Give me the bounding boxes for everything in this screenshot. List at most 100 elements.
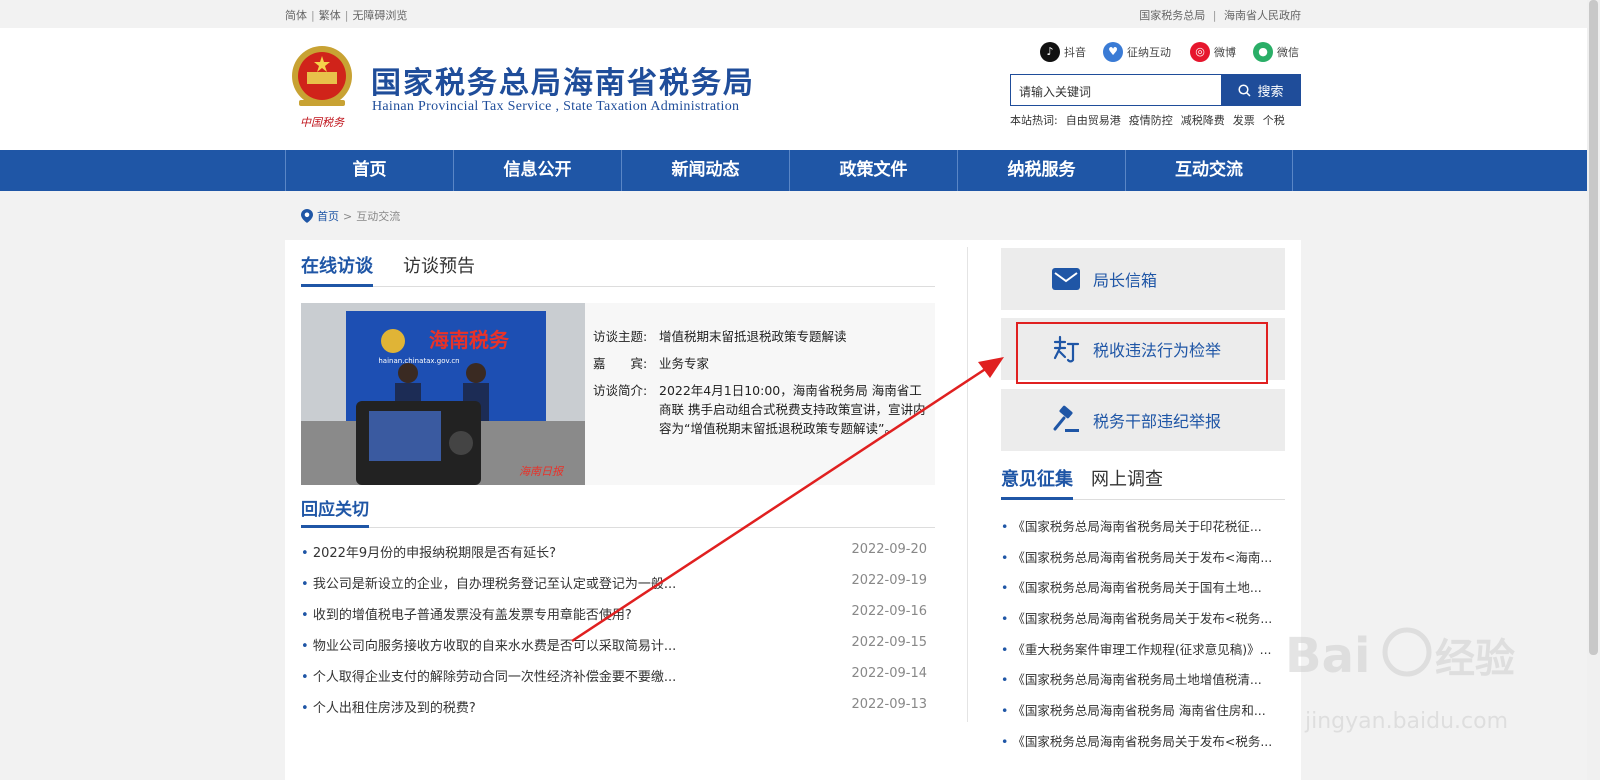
interview-guest: 业务专家: [659, 356, 710, 371]
list-item[interactable]: 我公司是新设立的企业，自办理税务登记至认定或登记为一般... 2022-09-19: [301, 573, 927, 604]
external-links: 国家税务总局 | 海南省人民政府: [1139, 9, 1301, 22]
site-title[interactable]: 国家税务总局海南省税务局: [371, 58, 755, 102]
douyin-label: 抖音: [1064, 46, 1086, 59]
svg-text:Bai: Bai: [1285, 628, 1370, 684]
hot-word[interactable]: 个税: [1263, 112, 1285, 128]
tab-interview-preview[interactable]: 访谈预告: [403, 250, 475, 287]
location-pin-icon: [301, 209, 313, 223]
language-links: 简体 | 繁体 | 无障碍浏览: [285, 9, 408, 22]
sat-link[interactable]: 国家税务总局: [1139, 9, 1205, 22]
interview-photo[interactable]: 海南税务 hainan.chinatax.gov.cn 海南日报: [301, 303, 585, 485]
topic-label: 访谈主题:: [593, 329, 648, 344]
douyin-link[interactable]: ♪ 抖音: [1040, 42, 1086, 62]
item-date: 2022-09-16: [851, 604, 927, 619]
nav-interaction[interactable]: 互动交流: [1125, 150, 1293, 191]
search-input[interactable]: 请输入关键词: [1010, 74, 1222, 106]
list-item[interactable]: 《国家税务总局海南省税务局关于印花税征...: [1001, 516, 1285, 547]
nav-info-disclosure[interactable]: 信息公开: [453, 150, 621, 191]
top-bar: 简体 | 繁体 | 无障碍浏览 国家税务总局 | 海南省人民政府: [0, 0, 1600, 28]
svg-text:经验: 经验: [1435, 636, 1515, 682]
item-title: 个人取得企业支付的解除劳动合同一次性经济补偿金要不要缴...: [301, 666, 676, 697]
responses-heading: 回应关切: [301, 495, 935, 528]
list-item[interactable]: 《国家税务总局海南省税务局关于国有土地...: [1001, 577, 1285, 608]
list-item[interactable]: 收到的增值税电子普通发票没有盖发票专用章能否使用? 2022-09-16: [301, 604, 927, 635]
search-icon: [1238, 83, 1252, 97]
column-divider: [967, 247, 968, 722]
tab-online-interview[interactable]: 在线访谈: [301, 250, 373, 287]
hot-word[interactable]: 减税降费: [1181, 112, 1225, 128]
interview-tabs: 在线访谈 访谈预告: [301, 250, 935, 287]
item-date: 2022-09-20: [851, 542, 927, 557]
opinion-tabs: 意见征集 网上调查: [1001, 465, 1285, 500]
hot-word[interactable]: 自由贸易港: [1066, 112, 1121, 128]
traditional-link[interactable]: 繁体: [319, 9, 341, 22]
list-item[interactable]: 个人出租住房涉及到的税费? 2022-09-13: [301, 697, 927, 728]
annotation-highlight-box: [1016, 322, 1268, 384]
breadcrumb-separator: >: [343, 209, 353, 223]
douyin-icon: ♪: [1040, 42, 1060, 62]
item-date: 2022-09-15: [851, 635, 927, 650]
weibo-icon: ◎: [1190, 42, 1210, 62]
breadcrumb-current: 互动交流: [356, 210, 401, 223]
item-date: 2022-09-13: [851, 697, 927, 712]
list-item[interactable]: 《国家税务总局海南省税务局 海南省住房和...: [1001, 700, 1285, 731]
mail-icon: [1051, 264, 1081, 294]
nav-policy[interactable]: 政策文件: [789, 150, 957, 191]
list-item[interactable]: 《国家税务总局海南省税务局关于发布<税务...: [1001, 731, 1285, 762]
wechat-label: 微信: [1277, 46, 1299, 59]
search-button[interactable]: 搜索: [1221, 74, 1301, 106]
list-item[interactable]: 《国家税务总局海南省税务局关于发布<海南...: [1001, 547, 1285, 578]
interview-topic[interactable]: 增值税期末留抵退税政策专题解读: [659, 327, 847, 346]
hot-word[interactable]: 疫情防控: [1129, 112, 1173, 128]
breadcrumb: 首页 > 互动交流: [301, 208, 400, 224]
list-item[interactable]: 2022年9月份的申报纳税期限是否有延长? 2022-09-20: [301, 542, 927, 573]
main-nav: 首页 信息公开 新闻动态 政策文件 纳税服务 互动交流: [0, 150, 1587, 191]
breadcrumb-home[interactable]: 首页: [317, 208, 339, 224]
wechat-icon: ●: [1253, 42, 1273, 62]
gov-link[interactable]: 海南省人民政府: [1224, 9, 1301, 22]
wechat-link[interactable]: ● 微信: [1253, 42, 1299, 62]
director-mailbox-button[interactable]: 局长信箱: [1001, 248, 1285, 310]
cadre-violation-report-button[interactable]: 税务干部违纪举报: [1001, 389, 1285, 451]
simplified-link[interactable]: 简体: [285, 9, 307, 22]
nav-tax-service[interactable]: 纳税服务: [957, 150, 1125, 191]
nav-news[interactable]: 新闻动态: [621, 150, 789, 191]
interview-card: 海南税务 hainan.chinatax.gov.cn 海南日报 访谈主题: 增值…: [301, 303, 935, 485]
svg-text:海南日报: 海南日报: [519, 465, 565, 478]
item-title: 个人出租住房涉及到的税费?: [301, 697, 476, 728]
list-item[interactable]: 物业公司向服务接收方收取的自来水水费是否可以采取简易计... 2022-09-15: [301, 635, 927, 666]
emblem-caption: 中国税务: [300, 116, 345, 129]
tab-opinion-collection[interactable]: 意见征集: [1001, 465, 1073, 500]
hot-word[interactable]: 发票: [1233, 112, 1255, 128]
list-item[interactable]: 《国家税务总局海南省税务局关于发布<税务...: [1001, 608, 1285, 639]
item-title: 2022年9月份的申报纳税期限是否有延长?: [301, 542, 556, 573]
list-item[interactable]: 《国家税务总局海南省税务局土地增值税清...: [1001, 669, 1285, 700]
director-mailbox-label: 局长信箱: [1093, 271, 1158, 290]
item-title: 我公司是新设立的企业，自办理税务登记至认定或登记为一般...: [301, 573, 676, 604]
interview-intro: 2022年4月1日10:00，海南省税务局 海南省工商联 携手启动组合式税费支持…: [659, 383, 926, 436]
scrollbar-thumb[interactable]: [1589, 0, 1598, 655]
guest-label: 嘉 宾:: [593, 356, 648, 371]
nav-home[interactable]: 首页: [285, 150, 453, 191]
photo-banner-text: 海南税务: [429, 328, 510, 352]
gavel-icon: [1051, 405, 1081, 435]
tab-online-survey[interactable]: 网上调查: [1091, 465, 1163, 500]
accessibility-link[interactable]: 无障碍浏览: [352, 9, 407, 22]
site-subtitle: Hainan Provincial Tax Service , State Ta…: [372, 99, 740, 114]
interview-info: 访谈主题: 增值税期末留抵退税政策专题解读 嘉 宾: 业务专家 访谈简介: 2022年…: [593, 327, 927, 446]
responses-title[interactable]: 回应关切: [301, 495, 369, 528]
list-item[interactable]: 《重大税务案件审理工作规程(征求意见稿)》...: [1001, 639, 1285, 670]
responses-list: 2022年9月份的申报纳税期限是否有延长? 2022-09-20 我公司是新设立的…: [301, 542, 927, 728]
weibo-link[interactable]: ◎ 微博: [1190, 42, 1236, 62]
opinions-list: 《国家税务总局海南省税务局关于印花税征... 《国家税务总局海南省税务局关于发布…: [1001, 516, 1285, 762]
list-item[interactable]: 个人取得企业支付的解除劳动合同一次性经济补偿金要不要缴... 2022-09-14: [301, 666, 927, 697]
item-title: 收到的增值税电子普通发票没有盖发票专用章能否使用?: [301, 604, 632, 635]
baidu-watermark: Bai 经验 jingyan.baidu.com: [1285, 627, 1515, 734]
hot-words: 本站热词: 自由贸易港 疫情防控 减税降费 发票 个税: [1010, 112, 1285, 128]
national-emblem-logo[interactable]: 中国税务: [287, 42, 357, 130]
intro-label: 访谈简介:: [593, 383, 648, 398]
hot-words-label: 本站热词:: [1010, 114, 1058, 127]
item-date: 2022-09-14: [851, 666, 927, 681]
interaction-link[interactable]: ♥ 征纳互动: [1103, 42, 1171, 62]
weibo-label: 微博: [1214, 46, 1236, 59]
